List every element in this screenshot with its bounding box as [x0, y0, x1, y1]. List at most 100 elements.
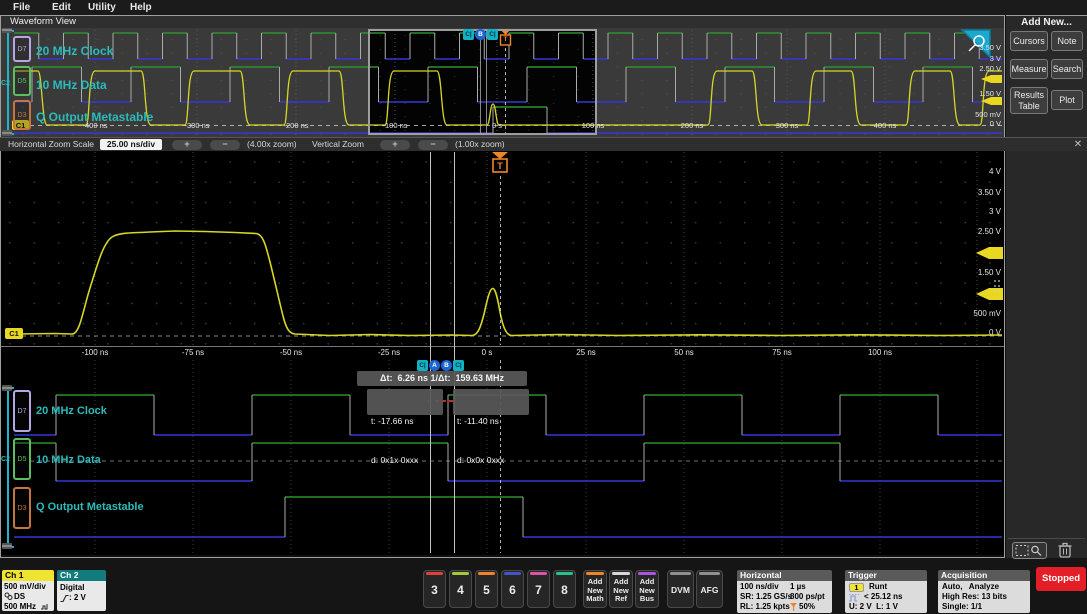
- zoom-window-frame[interactable]: [368, 29, 597, 135]
- menu-file[interactable]: File: [13, 1, 30, 14]
- dvm-button[interactable]: DVM: [667, 570, 694, 608]
- main-x-tick: -100 ns: [81, 348, 109, 357]
- digital-channel-badge-D5[interactable]: D5: [13, 438, 31, 480]
- main-x-tick: 25 ns: [576, 348, 596, 357]
- group-grip-3[interactable]: [2, 543, 12, 549]
- ch2-title: Ch 2: [57, 570, 106, 581]
- main-y-tick: 4 V: [988, 167, 1001, 176]
- overview-y-tick: 3 V: [989, 54, 1001, 63]
- cursor-a-readout[interactable]: t: -17.66 ns d: 0x1x 0xxx: [367, 389, 443, 465]
- main-y-tick: 3.50 V: [977, 188, 1001, 197]
- main-x-tick: -50 ns: [279, 348, 303, 357]
- group-grip-2[interactable]: [2, 385, 12, 391]
- hzoom-plus-button[interactable]: +: [172, 139, 202, 150]
- digital-channel-label-D5: 10 MHz Data: [36, 454, 101, 466]
- trigger-source-badge: 1: [849, 582, 864, 592]
- digital-channel-badge-D7[interactable]: D7: [13, 390, 31, 432]
- h-resolution: 800 ps/pt: [790, 592, 825, 601]
- ch1-badge[interactable]: Ch 1 500 mV/div DS 500 MHz: [2, 570, 54, 611]
- overview-channel-label-D3: Q Output Metastable: [36, 110, 154, 124]
- digital-channel-badge-D3[interactable]: D3: [13, 487, 31, 529]
- delta-t-readout[interactable]: Δt: 6.26 ns 1/Δt: 159.63 MHz: [357, 371, 527, 386]
- add-new-bus-button[interactable]: Add New Bus: [635, 570, 659, 608]
- overview-x-tick: 0 s: [491, 121, 502, 130]
- main-zoom-waveform-panel[interactable]: [1, 151, 1004, 346]
- threshold-edge-icon: [60, 594, 69, 602]
- ch1-title: Ch 1: [2, 570, 54, 581]
- add-cursors-button[interactable]: Cursors: [1010, 31, 1048, 51]
- trigger-condition: < 25.12 ns: [864, 592, 903, 601]
- trigger-badge[interactable]: Trigger 1 Runt < 25.12 ns U: 2 V L: 1 V: [845, 570, 927, 613]
- overview-channel-badge-D3[interactable]: D3: [13, 100, 31, 130]
- group-grip-1[interactable]: [2, 130, 12, 136]
- vzoom-plus-button[interactable]: +: [380, 139, 410, 150]
- main-ch1-handle[interactable]: C1: [5, 328, 23, 339]
- cursor-a-time: t: -17.66 ns: [371, 416, 414, 426]
- vzoom-minus-button[interactable]: −: [418, 139, 448, 150]
- trash-icon[interactable]: [1056, 540, 1074, 560]
- main-x-tick: 50 ns: [674, 348, 694, 357]
- add-plot-button[interactable]: Plot: [1051, 90, 1083, 110]
- hzoom-scale-input[interactable]: 25.00 ns/div: [100, 139, 162, 150]
- ch2-badge[interactable]: Ch 2 Digital : 2 V: [57, 570, 106, 611]
- stopped-status-button[interactable]: Stopped: [1036, 567, 1086, 591]
- horizontal-badge[interactable]: Horizontal 100 ns/div 1 µs SR: 1.25 GS/s…: [737, 570, 832, 613]
- channel-6-button[interactable]: 6: [501, 570, 524, 608]
- channel-4-button[interactable]: 4: [449, 570, 472, 608]
- h-trigger-position: 50%: [799, 602, 816, 611]
- add-search-button[interactable]: Search: [1051, 59, 1083, 79]
- main-y-tick: 1.50 V: [977, 268, 1001, 277]
- afg-button[interactable]: AFG: [696, 570, 723, 608]
- vzoom-factor: (1.00x zoom): [455, 139, 505, 149]
- cursor-chip-B-top1[interactable]: B: [475, 29, 486, 40]
- horizontal-title: Horizontal: [737, 570, 832, 581]
- trigger-marker-label[interactable]: T: [493, 160, 507, 173]
- vzoom-label: Vertical Zoom: [312, 139, 364, 149]
- overview-y-tick: 0 V: [989, 119, 1001, 128]
- cursor-chip-Cbar-bot3[interactable]: C|: [453, 360, 464, 371]
- close-icon[interactable]: ✕: [1071, 139, 1085, 151]
- add-stripe-1: [612, 571, 630, 575]
- main-y-tick: 500 mV: [973, 309, 1001, 318]
- acquisition-badge[interactable]: Acquisition Auto, Analyze High Res: 13 b…: [938, 570, 1030, 613]
- sidebar-divider: [1008, 538, 1085, 539]
- hzoom-minus-button[interactable]: −: [210, 139, 240, 150]
- channel-6-stripe: [504, 571, 521, 575]
- cursor-chip-B-bot2[interactable]: B: [441, 360, 452, 371]
- channel-5-button[interactable]: 5: [475, 570, 498, 608]
- zoom-mode-button[interactable]: [1012, 542, 1047, 559]
- overview-channel-badge-D7[interactable]: D7: [13, 36, 31, 62]
- dvm-stripe: [670, 571, 691, 575]
- channel-7-button[interactable]: 7: [527, 570, 550, 608]
- ch1-scale: 500 mV/div: [4, 582, 46, 591]
- main-x-tick: -25 ns: [377, 348, 401, 357]
- cursor-b-time: t: -11.40 ns: [457, 416, 499, 426]
- cursor-chip-Cbar-bot0[interactable]: C|: [417, 360, 428, 371]
- add-results-table-button[interactable]: Results Table: [1010, 87, 1048, 114]
- add-new-ref-button[interactable]: Add New Ref: [609, 570, 633, 608]
- menu-utility[interactable]: Utility: [88, 1, 116, 14]
- cursor-a-data: d: 0x1x 0xxx: [371, 455, 419, 465]
- probe-icon: [4, 592, 13, 600]
- add-measure-button[interactable]: Measure: [1010, 59, 1048, 79]
- digital-ch2-group-label[interactable]: C2: [1, 456, 10, 463]
- overview-x-tick: 200 ns: [680, 121, 704, 130]
- menu-help[interactable]: Help: [130, 1, 152, 14]
- add-note-button[interactable]: Note: [1051, 31, 1083, 51]
- cursor-chip-Cbar-top0[interactable]: C|: [463, 29, 474, 40]
- cursor-chip-A-bot1[interactable]: A: [429, 360, 440, 371]
- overview-channel-badge-D5[interactable]: D5: [13, 66, 31, 96]
- ch2-threshold: : 2 V: [69, 593, 86, 602]
- overview-x-tick: 400 ns: [873, 121, 897, 130]
- cursor-b-readout[interactable]: t: -11.40 ns d: 0x0x 0xxx: [453, 389, 529, 465]
- channel-8-button[interactable]: 8: [553, 570, 576, 608]
- h-scale: 100 ns/div: [740, 582, 779, 591]
- channel-3-button[interactable]: 3: [423, 570, 446, 608]
- overview-ch2-group-label[interactable]: C2: [1, 80, 10, 87]
- overview-x-tick: -300 ns: [184, 121, 210, 130]
- waveform-view-title: Waveform View: [10, 16, 76, 27]
- overview-trigger-marker-label[interactable]: T: [500, 35, 511, 45]
- add-new-math-button[interactable]: Add New Math: [583, 570, 607, 608]
- cursor-chip-Cbar-top2[interactable]: C|: [487, 29, 498, 40]
- menu-edit[interactable]: Edit: [52, 1, 71, 14]
